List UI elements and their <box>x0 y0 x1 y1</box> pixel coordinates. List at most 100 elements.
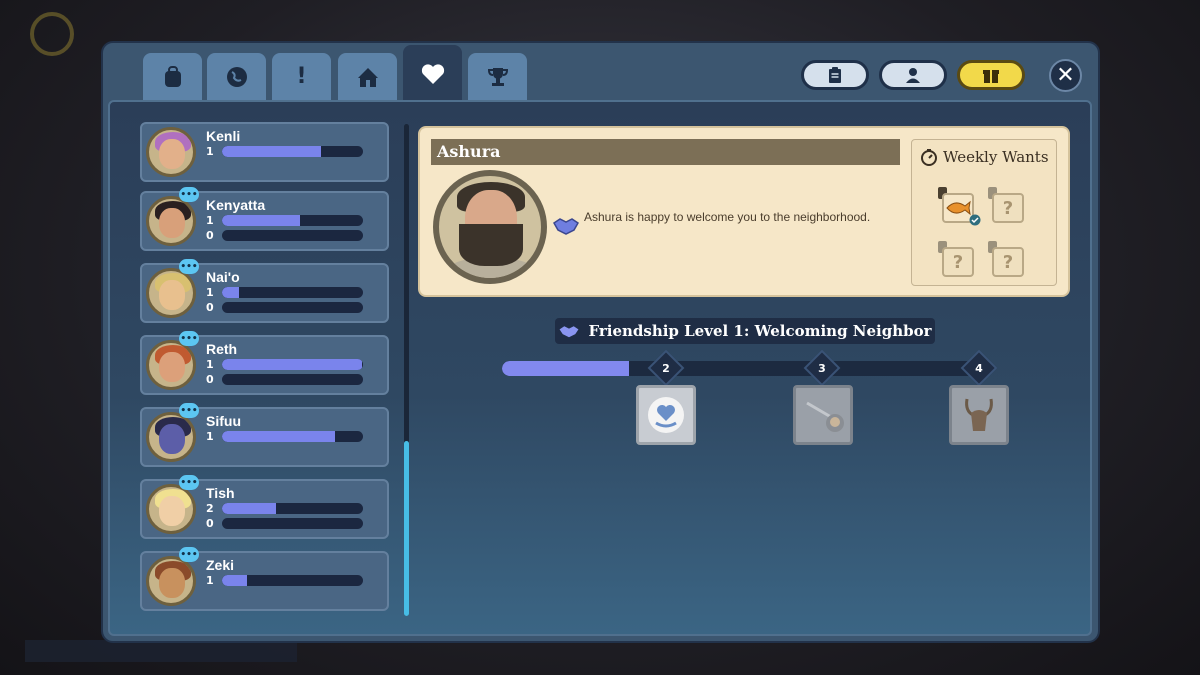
weekly-wants-header: Weekly Wants <box>920 148 1049 166</box>
bar-level: 1 <box>206 214 214 227</box>
bar-track <box>222 215 363 226</box>
tool-icon <box>806 401 844 432</box>
bar-level: 1 <box>206 145 214 158</box>
villager-name: Ashura <box>431 139 900 165</box>
bar-track <box>222 230 363 241</box>
friendship-bar: 1 <box>206 214 366 227</box>
milestone-level: 3 <box>818 361 826 375</box>
friendship-progress-track <box>502 361 992 376</box>
friendship-level-banner: Friendship Level 1: Welcoming Neighbor <box>555 318 935 344</box>
bar-track <box>222 359 363 370</box>
want-slot-fish[interactable] <box>942 193 981 226</box>
bar-track <box>222 302 363 313</box>
want-slot-unknown[interactable]: ? <box>942 247 974 277</box>
tab-friendship[interactable] <box>403 45 462 103</box>
bar-level: 0 <box>206 517 214 530</box>
tab-housing[interactable] <box>338 53 397 100</box>
villager-name: Kenyatta <box>206 197 266 213</box>
villager-row[interactable]: ••• Kenyatta 1 0 <box>140 187 389 251</box>
bar-fill <box>222 503 276 514</box>
exclamation-icon: ! <box>296 64 307 89</box>
villager-name: Kenli <box>206 128 241 144</box>
bar-fill <box>222 146 321 157</box>
bar-track <box>222 374 363 385</box>
villager-avatar <box>146 556 196 606</box>
bar-level: 1 <box>206 286 214 299</box>
villager-avatar <box>146 268 196 318</box>
villager-row[interactable]: ••• Zeki 1 <box>140 547 389 611</box>
bar-level: 1 <box>206 430 214 443</box>
chat-bubble-icon: ••• <box>179 403 199 418</box>
bar-track <box>222 575 363 586</box>
villager-portrait <box>433 170 547 284</box>
backpack-icon <box>164 65 181 87</box>
tab-quests[interactable]: ! <box>272 53 331 100</box>
character-icon <box>906 68 920 83</box>
villager-row[interactable]: ••• Reth 1 0 <box>140 331 389 395</box>
milestone-reward-3[interactable] <box>793 385 853 445</box>
character-button[interactable] <box>879 60 947 90</box>
romance-bar: 0 <box>206 373 366 386</box>
bar-fill <box>222 287 239 298</box>
villager-name: Reth <box>206 341 238 357</box>
friendship-bar: 1 <box>206 358 366 371</box>
friendship-progress-fill <box>502 361 630 376</box>
romance-bar: 0 <box>206 301 366 314</box>
milestone-level: 2 <box>662 361 670 375</box>
bar-level: 0 <box>206 373 214 386</box>
background-chat-bar <box>25 640 297 662</box>
globe-icon <box>226 66 247 87</box>
bar-level: 1 <box>206 574 214 587</box>
journal-button[interactable] <box>801 60 869 90</box>
villager-row[interactable]: ••• Tish 2 0 <box>140 475 389 539</box>
chat-bubble-icon: ••• <box>179 259 199 274</box>
list-scrollbar-thumb[interactable] <box>404 441 409 616</box>
gift-icon <box>983 70 999 83</box>
villager-message: Ashura is happy to welcome you to the ne… <box>584 210 871 224</box>
chat-bubble-icon: ••• <box>179 187 199 202</box>
villager-row[interactable]: ••• Nai'o 1 0 <box>140 259 389 323</box>
romance-bar: 0 <box>206 229 366 242</box>
villager-row[interactable]: ••• Sifuu 1 <box>140 403 389 467</box>
bar-fill <box>222 575 248 586</box>
bar-fill <box>222 359 362 370</box>
milestone-reward-2[interactable] <box>636 385 696 445</box>
villager-name: Tish <box>206 485 235 501</box>
trophy-icon <box>487 67 508 86</box>
milestone-reward-4[interactable] <box>949 385 1009 445</box>
friendship-bar: 1 <box>206 430 366 443</box>
chat-bubble-icon: ••• <box>179 547 199 562</box>
tab-map[interactable] <box>207 53 266 100</box>
bar-level: 1 <box>206 358 214 371</box>
villager-name: Sifuu <box>206 413 241 429</box>
heart-icon <box>421 64 444 84</box>
friendship-bar: 1 <box>206 574 366 587</box>
bar-level: 2 <box>206 502 214 515</box>
fish-icon <box>946 200 971 216</box>
villager-row[interactable]: Kenli 1 <box>140 122 389 182</box>
bar-level: 0 <box>206 229 214 242</box>
friendship-bar: 2 <box>206 502 366 515</box>
villager-name: Nai'o <box>206 269 240 285</box>
bar-fill <box>222 215 300 226</box>
villager-list[interactable]: Kenli 1 ••• Kenyatta 1 0 ••• Nai'o 1 0 ••• Reth 1 0 ••… <box>140 122 390 617</box>
bar-track <box>222 146 363 157</box>
handshake-icon <box>560 326 579 338</box>
chat-bubble-icon: ••• <box>179 475 199 490</box>
friendship-bar: 1 <box>206 145 366 158</box>
bar-track <box>222 518 363 529</box>
friendship-level-title: Friendship Level 1: Welcoming Neighbor <box>588 322 932 340</box>
villager-avatar <box>146 127 196 177</box>
want-slot-unknown[interactable]: ? <box>992 247 1024 277</box>
gift-button[interactable] <box>957 60 1025 90</box>
close-button[interactable]: ✕ <box>1049 59 1082 92</box>
bar-level: 0 <box>206 301 214 314</box>
romance-bar: 0 <box>206 517 366 530</box>
antler-helmet-icon <box>965 398 993 431</box>
check-icon <box>969 214 981 226</box>
tab-achievements[interactable] <box>468 53 527 100</box>
tab-inventory[interactable] <box>143 53 202 100</box>
want-slot-unknown[interactable]: ? <box>992 193 1024 223</box>
bar-track <box>222 287 363 298</box>
villager-avatar <box>146 412 196 462</box>
